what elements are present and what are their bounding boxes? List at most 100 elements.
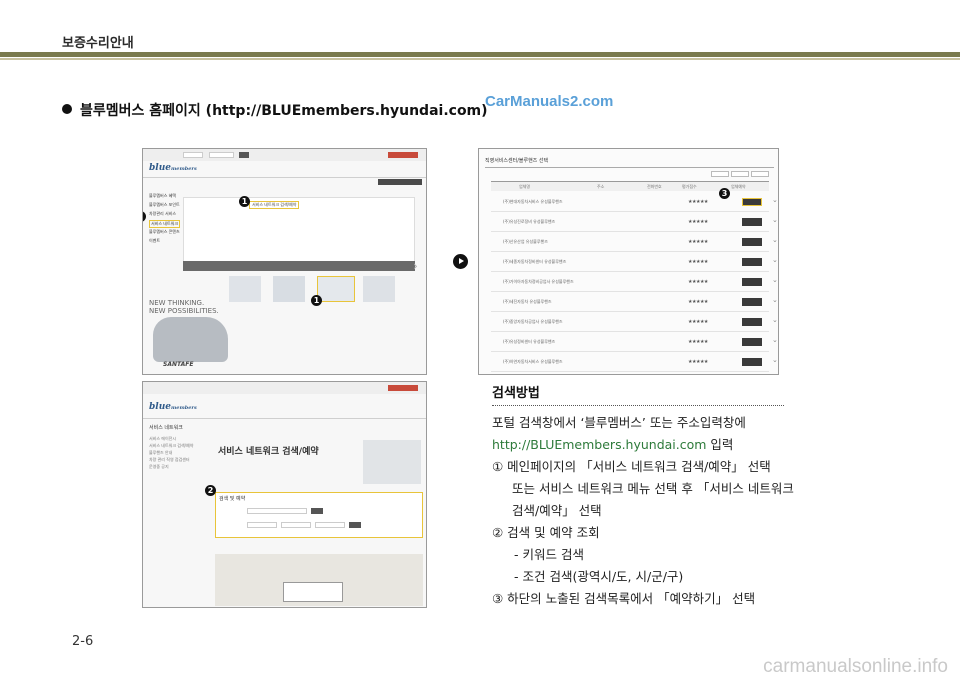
- reserve-button[interactable]: [742, 358, 762, 366]
- bluemembers-logo: bluemembers: [149, 163, 197, 173]
- table-row: (주)유성진로정비 유성블루핸즈 ★★★★★ ⌄: [491, 213, 778, 232]
- method-step: ③ 하단의 노출된 검색목록에서 「예약하기」 선택: [492, 591, 756, 606]
- city-select[interactable]: [281, 522, 311, 528]
- column-header: 전화번호: [647, 184, 662, 189]
- method-step-detail: 또는 서비스 네트워크 메뉴 선택 후 「서비스 네트워크: [512, 481, 794, 496]
- table-row: (주)세종자동차정비센터 유성블루핸즈 ★★★★★ ⌄: [491, 253, 778, 272]
- chevron-down-icon[interactable]: ⌄: [772, 356, 778, 364]
- page-title: 서비스 네트워크 검색/예약: [218, 447, 319, 457]
- rating-stars: ★★★★★: [688, 339, 708, 345]
- method-step-detail: 검색/예약」 선택: [512, 503, 602, 518]
- reserve-button[interactable]: [742, 258, 762, 266]
- nav-button-service-network-search[interactable]: 서비스 네트워크 검색/예약: [249, 201, 300, 209]
- method-url-line: http://BLUEmembers.hyundai.com 입력: [492, 437, 734, 452]
- method-title: 검색방법: [492, 386, 540, 401]
- table-row: (주)산유산업 유성블루핸즈 ★★★★★ ⌄: [491, 233, 778, 252]
- page-number: 2-6: [72, 634, 94, 649]
- condition-search-button[interactable]: [349, 522, 361, 528]
- rating-stars: ★★★★★: [688, 359, 708, 365]
- section-heading-text: 블루멤버스 홈페이지 (http://BLUEmembers.hyundai.c…: [80, 103, 488, 119]
- reserve-button[interactable]: [742, 238, 762, 246]
- bullet-icon: [62, 104, 72, 114]
- province-select[interactable]: [247, 522, 277, 528]
- chevron-down-icon[interactable]: ⌄: [772, 336, 778, 344]
- rating-stars: ★★★★★: [688, 299, 708, 305]
- watermark-bottom: carmanualsonline.info: [763, 656, 948, 677]
- side-item[interactable]: 차량 관리 직영 점검센터: [149, 457, 190, 463]
- keyword-input[interactable]: [247, 508, 307, 514]
- chevron-down-icon[interactable]: ⌄: [772, 296, 778, 304]
- rating-stars: ★★★★★: [688, 219, 708, 225]
- dotted-divider: [492, 405, 784, 406]
- chevron-down-icon[interactable]: ⌄: [772, 276, 778, 284]
- table-row: (주)유성정비센터 유성블루핸즈 ★★★★★ ⌄: [491, 333, 778, 352]
- side-title: 서비스 네트워크: [149, 425, 183, 431]
- reserve-button[interactable]: [742, 338, 762, 346]
- section-heading: 블루멤버스 홈페이지 (http://BLUEmembers.hyundai.c…: [62, 100, 488, 120]
- screenshot-main-page: bluemembers 블루멤버스 혜택 블루멤버스 포인트 차량관리 서비스 …: [142, 148, 427, 375]
- method-step: ① 메인페이지의 「서비스 네트워크 검색/예약」 선택: [492, 459, 771, 474]
- table-row: (주)가이아자동차정비공업사 유성블루핸즈 ★★★★★ ⌄: [491, 273, 778, 292]
- carousel-next-icon[interactable]: ›: [413, 259, 418, 273]
- chevron-down-icon[interactable]: ⌄: [772, 216, 778, 224]
- side-item[interactable]: 서비스 에이전시: [149, 436, 176, 442]
- side-item[interactable]: 블루핸즈 안내: [149, 450, 172, 456]
- bluemembers-logo: bluemembers: [149, 402, 197, 412]
- arrow-right-icon: [453, 254, 468, 269]
- table-row: (주)중앙자동차공업사 유성블루핸즈 ★★★★★ ⌄: [491, 313, 778, 332]
- slogan-line1: NEW THINKING.: [149, 299, 205, 307]
- search-method: 검색방법 포털 검색창에서 ‘블루멤버스’ 또는 주소입력창에 http://B…: [492, 382, 794, 610]
- method-line: 포털 검색창에서 ‘블루멤버스’ 또는 주소입력창에: [492, 415, 746, 430]
- menu-item[interactable]: 이벤트: [149, 238, 160, 244]
- screenshot-center-selection: 직영서비스센터/블루핸즈 선택 업체명 주소 전화번호 평가점수 업체예약 (주…: [478, 148, 779, 375]
- chevron-down-icon[interactable]: ⌄: [772, 316, 778, 324]
- column-header: 주소: [597, 184, 605, 189]
- chevron-down-icon[interactable]: ⌄: [772, 236, 778, 244]
- menu-item[interactable]: 블루멤버스 콘텐츠: [149, 229, 180, 235]
- menu-item[interactable]: 블루멤버스 혜택: [149, 193, 176, 199]
- chevron-down-icon[interactable]: ⌄: [772, 256, 778, 264]
- watermark-top: CarManuals2.com: [485, 93, 614, 110]
- service-network-tile[interactable]: [317, 276, 355, 302]
- column-header: 업체예약: [731, 184, 746, 189]
- header-rule-accent: [0, 58, 960, 60]
- marker-1: 1: [239, 196, 250, 207]
- list-title: 직영서비스센터/블루핸즈 선택: [485, 158, 549, 164]
- column-header: 평가점수: [682, 184, 697, 189]
- rating-stars: ★★★★★: [688, 239, 708, 245]
- side-item[interactable]: 서비스 네트워크 검색/예약: [149, 443, 193, 449]
- method-step-detail: - 키워드 검색: [514, 547, 584, 562]
- reserve-button[interactable]: [742, 318, 762, 326]
- method-step-detail: - 조건 검색(광역시/도, 시/군/구): [514, 569, 684, 584]
- marker-3: 3: [719, 188, 730, 199]
- slogan-line2: NEW POSSIBILITIES.: [149, 307, 219, 315]
- homepage-url[interactable]: http://BLUEmembers.hyundai.com: [492, 437, 706, 452]
- header-title: 보증수리안내: [62, 36, 134, 51]
- rating-stars: ★★★★★: [688, 279, 708, 285]
- rating-stars: ★★★★★: [688, 199, 708, 205]
- method-step: ② 검색 및 예약 조회: [492, 525, 600, 540]
- reserve-button[interactable]: [742, 298, 762, 306]
- car-name: SANTAFE: [163, 361, 194, 368]
- table-row: (주)세진자동차 유성블루핸즈 ★★★★★ ⌄: [491, 293, 778, 312]
- chevron-down-icon[interactable]: ⌄: [772, 196, 778, 204]
- reserve-button[interactable]: [742, 198, 762, 206]
- reserve-button[interactable]: [742, 278, 762, 286]
- search-title: 검색 및 예약: [219, 496, 246, 502]
- keyword-search-button[interactable]: [311, 508, 323, 514]
- header-rule: [0, 52, 960, 57]
- menu-item[interactable]: 차량관리 서비스: [149, 211, 176, 217]
- rating-stars: ★★★★★: [688, 319, 708, 325]
- marker-2: 2: [205, 485, 216, 496]
- column-header: 업체명: [519, 184, 531, 189]
- menu-item[interactable]: 블루멤버스 포인트: [149, 202, 180, 208]
- search-reserve-box: [215, 492, 423, 538]
- side-item[interactable]: 운영중 공지: [149, 464, 169, 470]
- rating-stars: ★★★★★: [688, 259, 708, 265]
- reserve-button[interactable]: [742, 218, 762, 226]
- screenshot-service-network-page: bluemembers 서비스 네트워크 서비스 에이전시 서비스 네트워크 검…: [142, 381, 427, 608]
- menu-item-service-network[interactable]: 서비스 네트워크: [149, 220, 181, 228]
- district-select[interactable]: [315, 522, 345, 528]
- marker-1: 1: [311, 295, 322, 306]
- suv-image: [153, 317, 228, 362]
